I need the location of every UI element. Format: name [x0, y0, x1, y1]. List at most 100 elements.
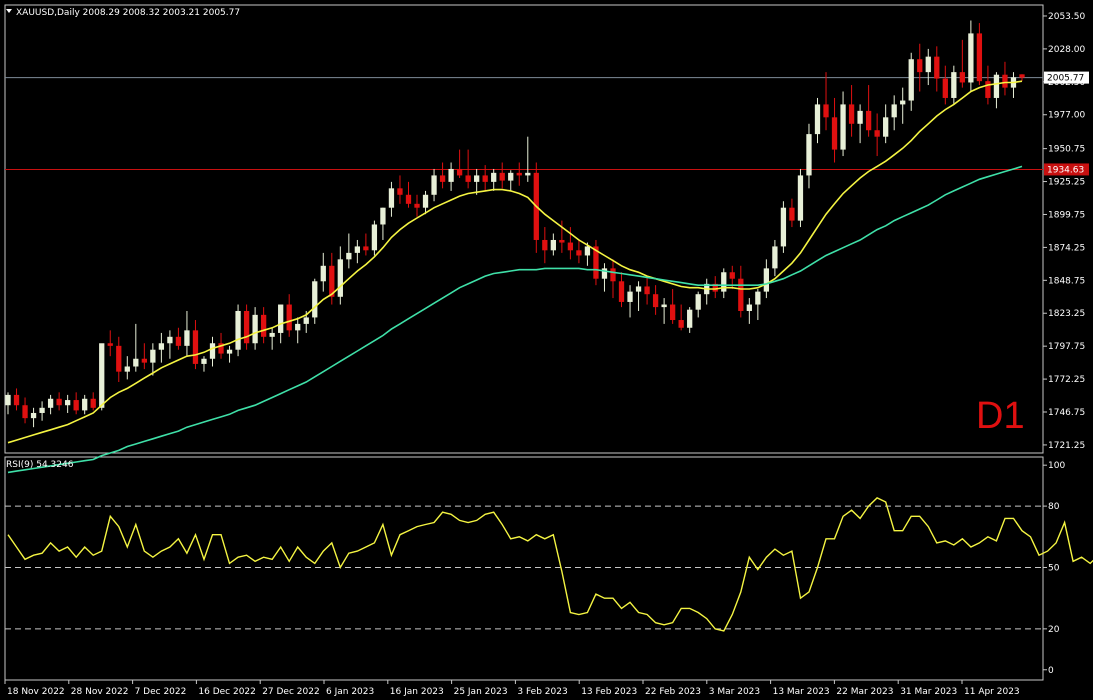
- candle[interactable]: [107, 330, 113, 357]
- candle[interactable]: [661, 298, 667, 324]
- candle[interactable]: [491, 168, 497, 191]
- candle[interactable]: [141, 343, 147, 370]
- candle[interactable]: [235, 304, 241, 357]
- candle[interactable]: [269, 327, 275, 350]
- candle[interactable]: [516, 162, 522, 186]
- candle[interactable]: [388, 181, 395, 217]
- candle[interactable]: [593, 239, 599, 286]
- candle[interactable]: [192, 320, 199, 370]
- candle[interactable]: [448, 162, 454, 191]
- candle[interactable]: [704, 278, 710, 305]
- candle[interactable]: [525, 136, 531, 182]
- candle[interactable]: [755, 289, 761, 321]
- candle[interactable]: [286, 294, 292, 337]
- candle[interactable]: [99, 343, 105, 411]
- candle[interactable]: [644, 276, 650, 305]
- candle[interactable]: [320, 252, 326, 292]
- price-pane[interactable]: [5, 20, 1043, 474]
- candle[interactable]: [840, 91, 846, 157]
- candle[interactable]: [90, 392, 96, 411]
- candle[interactable]: [47, 394, 54, 415]
- candle[interactable]: [474, 168, 480, 195]
- candle[interactable]: [780, 201, 787, 253]
- candle[interactable]: [226, 345, 233, 363]
- candle[interactable]: [908, 52, 914, 111]
- candle[interactable]: [951, 65, 957, 105]
- candle[interactable]: [1002, 61, 1008, 96]
- candle[interactable]: [627, 285, 633, 318]
- candle[interactable]: [652, 285, 659, 315]
- candle[interactable]: [414, 194, 420, 217]
- candle[interactable]: [669, 289, 676, 324]
- candle[interactable]: [30, 407, 37, 428]
- candle[interactable]: [405, 181, 412, 208]
- candle[interactable]: [695, 291, 701, 318]
- candle[interactable]: [917, 43, 923, 92]
- candle[interactable]: [576, 239, 582, 264]
- candle[interactable]: [260, 307, 267, 344]
- rsi-pane[interactable]: [5, 497, 1093, 632]
- candle[interactable]: [789, 198, 795, 228]
- candle[interactable]: [499, 162, 505, 189]
- candle[interactable]: [13, 388, 20, 411]
- candle[interactable]: [363, 233, 369, 256]
- candle[interactable]: [252, 307, 258, 350]
- candle[interactable]: [184, 310, 190, 357]
- candle[interactable]: [82, 394, 88, 415]
- candle[interactable]: [635, 281, 642, 311]
- candle[interactable]: [857, 104, 863, 144]
- candle[interactable]: [73, 392, 79, 415]
- candle[interactable]: [431, 168, 437, 202]
- candle[interactable]: [601, 263, 608, 292]
- candle[interactable]: [618, 272, 625, 308]
- candle[interactable]: [397, 175, 403, 204]
- candle[interactable]: [295, 317, 301, 344]
- candle[interactable]: [124, 356, 130, 380]
- candle[interactable]: [678, 304, 684, 331]
- candle[interactable]: [201, 356, 207, 372]
- candle[interactable]: [1010, 72, 1017, 98]
- candle[interactable]: [848, 85, 855, 137]
- candle[interactable]: [439, 162, 446, 189]
- candle[interactable]: [158, 332, 165, 363]
- dropdown-triangle-icon[interactable]: [6, 9, 12, 13]
- candle[interactable]: [337, 246, 343, 305]
- candle[interactable]: [806, 123, 812, 189]
- candle[interactable]: [976, 23, 983, 86]
- candle[interactable]: [610, 259, 616, 299]
- candle[interactable]: [371, 220, 378, 256]
- candle[interactable]: [508, 170, 514, 191]
- candle[interactable]: [934, 46, 940, 92]
- candle[interactable]: [542, 227, 548, 264]
- candle[interactable]: [56, 392, 62, 411]
- candle[interactable]: [772, 239, 778, 277]
- candle[interactable]: [874, 113, 880, 157]
- candle[interactable]: [823, 72, 829, 131]
- candle[interactable]: [883, 104, 889, 144]
- candle[interactable]: [5, 392, 11, 415]
- candle[interactable]: [738, 265, 744, 318]
- candle[interactable]: [150, 343, 156, 376]
- candle[interactable]: [797, 168, 804, 228]
- chart-canvas[interactable]: 2053.502028.002002.501977.001950.751925.…: [0, 0, 1093, 700]
- candle[interactable]: [721, 268, 727, 299]
- candle[interactable]: [167, 330, 173, 359]
- candle[interactable]: [312, 278, 318, 324]
- candle[interactable]: [456, 149, 463, 179]
- candle[interactable]: [422, 190, 429, 215]
- candle[interactable]: [175, 327, 182, 350]
- candle[interactable]: [959, 39, 965, 88]
- candle[interactable]: [354, 239, 361, 264]
- candle[interactable]: [380, 207, 386, 240]
- candle[interactable]: [900, 87, 906, 124]
- candle[interactable]: [712, 276, 718, 299]
- candle[interactable]: [22, 397, 28, 424]
- candle[interactable]: [925, 48, 931, 86]
- candle[interactable]: [968, 20, 974, 92]
- candle[interactable]: [550, 233, 556, 256]
- candle[interactable]: [39, 401, 45, 421]
- candle[interactable]: [865, 85, 872, 137]
- candle[interactable]: [993, 72, 1000, 109]
- candle[interactable]: [831, 97, 838, 163]
- candle[interactable]: [209, 336, 216, 367]
